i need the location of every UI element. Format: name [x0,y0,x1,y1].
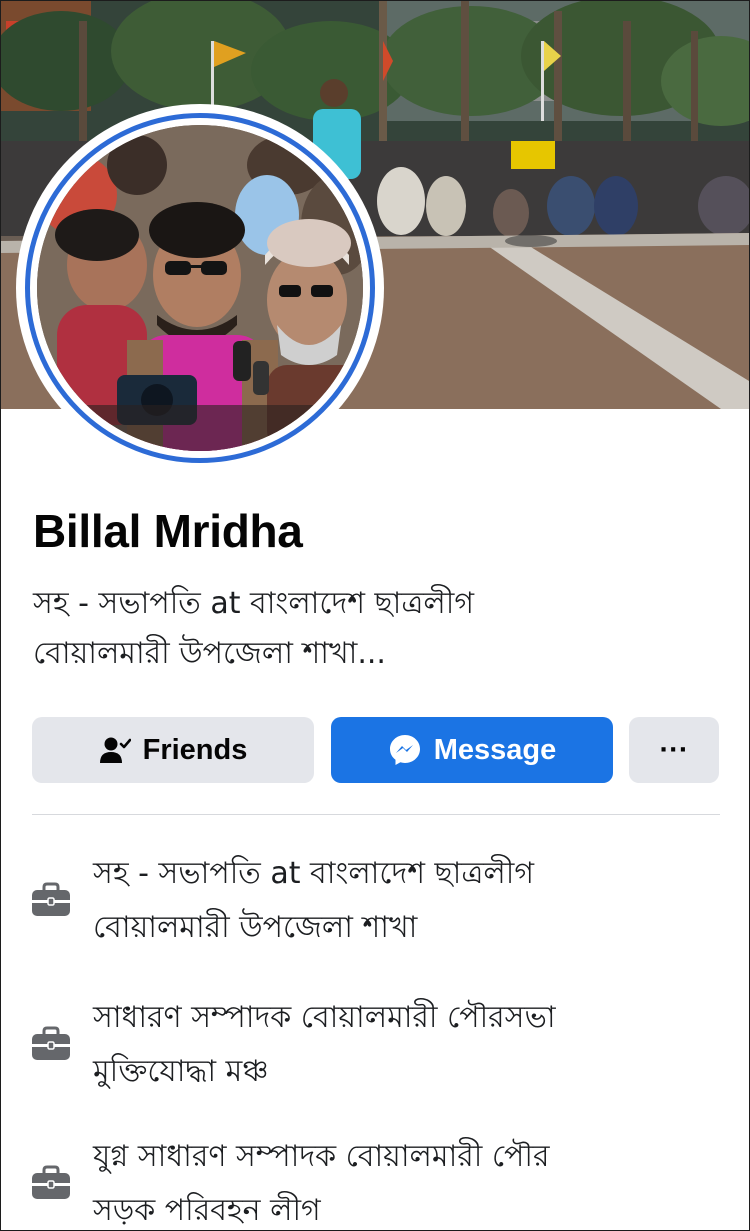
more-options-button[interactable]: ··· [629,717,719,783]
bio-line: সহ - সভাপতি at বাংলাদেশ ছাত্রলীগ [33,586,475,621]
avatar[interactable] [16,104,384,472]
work-title: সহ - সভাপতি at বাংলাদেশ ছাত্রলীগ [93,856,535,891]
messenger-icon [388,733,422,767]
work-subtitle: সড়ক পরিবহন লীগ [93,1193,321,1228]
profile-picture [37,125,363,451]
briefcase-icon [30,1023,72,1065]
briefcase-icon [30,879,72,921]
work-text: যুগ্ন সাধারণ সম্পাদক বোয়ালমারী পৌর সড়ক… [93,1130,733,1230]
briefcase-icon [30,1162,72,1204]
story-ring [25,113,375,463]
friends-check-icon [99,735,131,765]
work-text: সহ - সভাপতি at বাংলাদেশ ছাত্রলীগ বোয়ালম… [93,847,733,955]
friends-button[interactable]: Friends [32,717,314,783]
profile-bio[interactable]: সহ - সভাপতি at বাংলাদেশ ছাত্রলীগ বোয়ালম… [33,579,723,679]
profile-screen: Billal Mridha সহ - সভাপতি at বাংলাদেশ ছা… [0,0,750,1231]
bio-line: বোয়ালমারী উপজেলা শাখা... [33,636,386,671]
profile-name: Billal Mridha [33,505,303,557]
friends-button-label: Friends [142,733,248,766]
work-subtitle: মুক্তিযোদ্ধা মঞ্চ [93,1054,269,1089]
work-text: সাধারণ সম্পাদক বোয়ালমারী পৌরসভা মুক্তিয… [93,991,733,1099]
work-title: সাধারণ সম্পাদক বোয়ালমারী পৌরসভা [93,1000,556,1035]
message-button-label: Message [433,733,557,766]
work-title: যুগ্ন সাধারণ সম্পাদক বোয়ালমারী পৌর [93,1139,550,1174]
section-divider [32,814,720,815]
more-icon: ··· [659,733,689,766]
work-subtitle: বোয়ালমারী উপজেলা শাখা [93,910,418,945]
message-button[interactable]: Message [331,717,613,783]
